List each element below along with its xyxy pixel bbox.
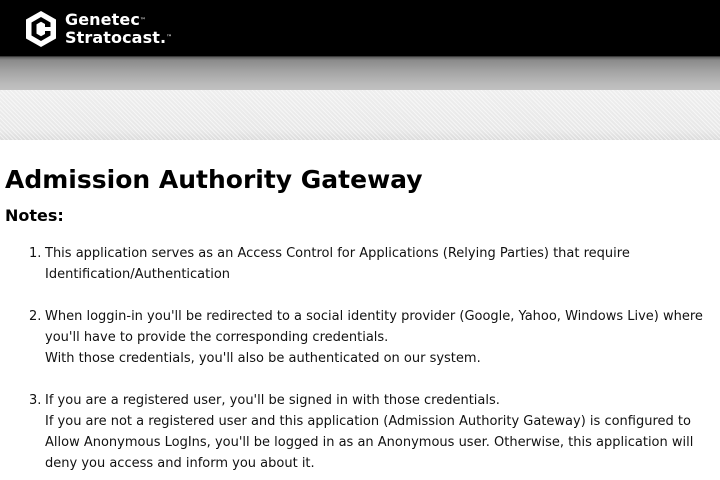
note-text-line: deny you access and inform you about it. <box>45 456 315 471</box>
genetec-stratocast-logo[interactable]: Genetec™ Stratocast.™ <box>24 10 172 48</box>
navigation-bar <box>0 56 720 90</box>
trademark-mark: ™ <box>139 17 147 24</box>
page-title: Admission Authority Gateway <box>5 165 423 194</box>
note-text-line: If you are not a registered user and thi… <box>45 414 691 429</box>
note-text-line: Identification/Authentication <box>45 267 231 282</box>
notes-list: 1. This application serves as an Access … <box>5 243 715 474</box>
brand-line-2: Stratocast. <box>65 28 167 47</box>
main-content: Admission Authority Gateway Notes: 1. Th… <box>5 162 715 471</box>
note-number: 3. <box>29 393 42 408</box>
note-item: 1. This application serves as an Access … <box>5 243 715 285</box>
note-text-line: When loggin-in you'll be redirected to a… <box>45 309 703 324</box>
note-item: 3. If you are a registered user, you'll … <box>5 390 715 474</box>
note-number: 1. <box>29 246 42 261</box>
note-text-line: you'll have to provide the corresponding… <box>45 330 389 345</box>
note-text-line: This application serves as an Access Con… <box>45 246 630 261</box>
note-number: 2. <box>29 309 42 324</box>
genetec-logo-icon <box>26 11 56 47</box>
note-text-line: If you are a registered user, you'll be … <box>45 393 500 408</box>
brand-wordmark: Genetec™ Stratocast.™ <box>65 11 172 47</box>
note-item: 2. When loggin-in you'll be redirected t… <box>5 306 715 369</box>
note-text-line: Allow Anonymous LogIns, you'll be logged… <box>45 435 694 450</box>
banner-strip <box>0 90 720 140</box>
notes-heading: Notes: <box>5 206 64 225</box>
top-header-bar: Genetec™ Stratocast.™ <box>0 0 720 56</box>
note-text-line: With those credentials, you'll also be a… <box>45 351 481 366</box>
brand-line-1: Genetec <box>65 10 140 29</box>
trademark-mark: ™ <box>166 34 173 41</box>
